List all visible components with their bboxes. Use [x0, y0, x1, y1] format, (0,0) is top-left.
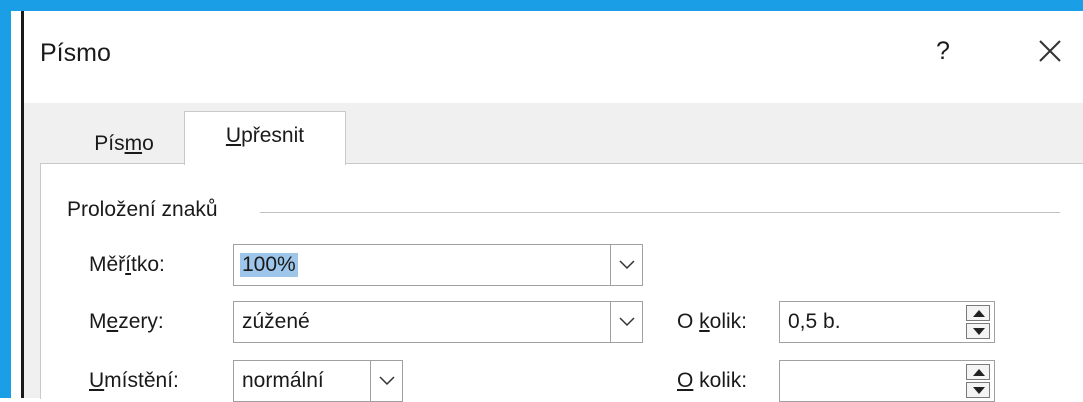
window-frame-top: [0, 0, 1083, 11]
tab-font-label-post: o: [142, 132, 154, 155]
scale-select[interactable]: 100%: [233, 244, 643, 286]
font-dialog: Písmo ? Písmo Upřesnit Proložení znaků M…: [24, 11, 1083, 402]
spacing-by-label-post: olik:: [709, 310, 748, 333]
position-by-spin-buttons: [966, 364, 990, 398]
position-by-label-post: kolik:: [693, 369, 748, 392]
spacing-label-pre: M: [89, 310, 107, 333]
scale-label: Měřítko:: [89, 253, 165, 277]
position-select[interactable]: normální: [233, 360, 403, 402]
chevron-down-icon: [379, 376, 395, 386]
spacing-by-label-key: k: [699, 310, 710, 333]
close-button[interactable]: [1030, 31, 1070, 71]
chevron-down-icon: [619, 260, 635, 270]
help-button[interactable]: ?: [926, 31, 960, 71]
spacing-select[interactable]: zúžené: [233, 301, 643, 343]
triangle-down-icon: [973, 328, 985, 335]
scale-label-pre: Měř: [89, 253, 126, 276]
spacing-by-spinner[interactable]: 0,5 b.: [779, 301, 995, 343]
spacing-by-decrement[interactable]: [966, 323, 990, 339]
position-by-spinner[interactable]: [779, 360, 995, 402]
position-by-label-key: O: [677, 369, 694, 392]
spacing-by-value: 0,5 b.: [788, 310, 841, 333]
triangle-up-icon: [973, 369, 985, 376]
spacing-label-key: e: [106, 310, 119, 333]
triangle-down-icon: [973, 387, 985, 394]
window-frame-left: [0, 0, 11, 398]
spacing-by-label: O kolik:: [677, 310, 747, 334]
close-icon: [1039, 40, 1061, 62]
dialog-content: Písmo Upřesnit Proložení znaků Měřítko: …: [24, 103, 1083, 402]
tab-panel-advanced: Proložení znaků Měřítko: 100% Mezery: zú…: [40, 163, 1083, 402]
position-label-key: U: [89, 369, 105, 392]
tab-font-label-pre: Pís: [94, 132, 125, 155]
group-divider: [260, 212, 1060, 213]
scale-value: 100%: [240, 253, 298, 277]
position-dropdown-button[interactable]: [370, 361, 402, 401]
scale-label-post: tko:: [131, 253, 165, 276]
position-by-decrement[interactable]: [966, 382, 990, 398]
position-value: normální: [242, 369, 324, 392]
position-label-post: místění:: [104, 369, 179, 392]
scale-dropdown-button[interactable]: [610, 245, 642, 285]
tab-advanced-label-post: přesnit: [241, 124, 305, 147]
tab-font[interactable]: Písmo: [64, 127, 184, 161]
position-label: Umístění:: [89, 369, 179, 393]
tab-font-label-key: m: [124, 132, 143, 155]
spacing-label-post: zery:: [118, 310, 164, 333]
position-by-label: O kolik:: [677, 369, 747, 393]
spacing-by-spin-buttons: [966, 305, 990, 339]
position-by-increment[interactable]: [966, 364, 990, 380]
dialog-title: Písmo: [40, 39, 111, 67]
tab-advanced[interactable]: Upřesnit: [184, 111, 346, 165]
spacing-value: zúžené: [242, 310, 310, 333]
chevron-down-icon: [619, 317, 635, 327]
window-frame-gap: [11, 11, 21, 398]
spacing-dropdown-button[interactable]: [610, 302, 642, 342]
character-spacing-group-label: Proložení znaků: [67, 198, 218, 221]
spacing-by-increment[interactable]: [966, 305, 990, 321]
spacing-by-label-pre: O: [677, 310, 700, 333]
tab-advanced-label-key: U: [225, 124, 242, 147]
spacing-label: Mezery:: [89, 310, 164, 334]
triangle-up-icon: [973, 310, 985, 317]
